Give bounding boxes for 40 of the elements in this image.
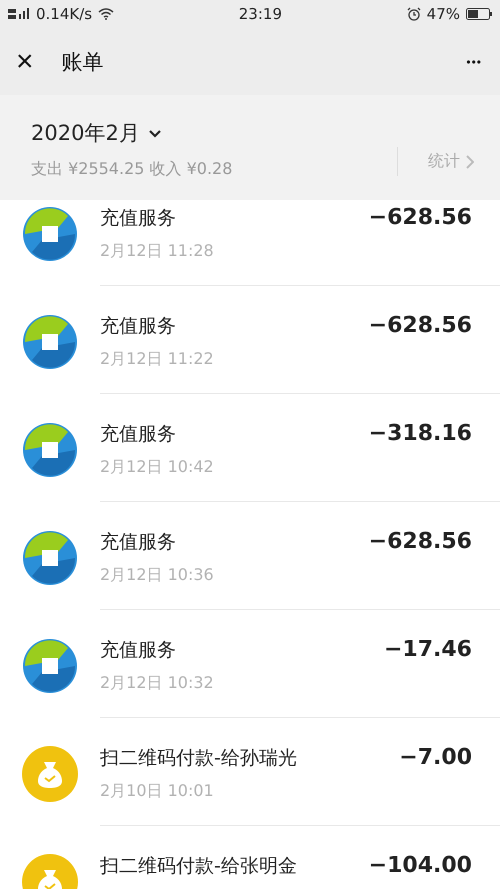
chevron-down-icon [148,128,162,138]
transaction-title: 充值服务 [100,314,177,339]
transaction-title: 充值服务 [100,206,177,231]
transaction-title: 扫二维码付款-给孙瑞光 [100,746,298,771]
clock: 23:19 [238,5,283,23]
transaction-amount: −17.46 [384,637,472,664]
logo-icon [22,422,78,478]
transaction-time: 2月12日 11:22 [100,349,215,370]
transaction-time: 2月12日 10:36 [100,565,215,586]
battery-icon [466,8,492,20]
transaction-time: 2月12日 10:32 [100,673,215,694]
transaction-amount: −7.00 [399,745,472,772]
transaction-time: 2月10日 10:01 [100,781,215,802]
transaction-amount: −628.56 [368,529,472,556]
transaction-title: 充值服务 [100,422,177,447]
totals-text: 支出 ¥2554.25 收入 ¥0.28 [31,159,234,180]
chevron-right-icon [466,154,474,168]
transaction-amount: −318.16 [368,421,472,448]
battery-percent: 47% [426,5,460,23]
wifi-icon [98,8,114,20]
logo-icon [22,530,78,586]
transaction-time: 2月12日 10:42 [100,457,215,478]
logo-icon [22,206,78,262]
page-title: 账单 [62,48,105,76]
month-selector[interactable]: 2020年2月 [31,119,162,147]
close-button[interactable]: × [16,46,34,76]
transaction-title: 充值服务 [100,638,177,663]
network-speed: 0.14K/s [36,5,92,23]
logo-icon [22,314,78,370]
transaction-amount: −104.00 [368,853,472,880]
transaction-time: 2月12日 11:28 [100,241,215,262]
alarm-icon [406,7,421,21]
transaction-amount: −628.56 [368,205,472,232]
transaction-title: 扫二维码付款-给张明金 [100,854,298,879]
logo-icon [22,638,78,694]
transaction-amount: −628.56 [368,313,472,340]
more-button[interactable]: ••• [466,54,482,68]
signal-icon [8,7,30,21]
money-bag-icon [22,746,78,802]
transaction-title: 充值服务 [100,530,177,555]
